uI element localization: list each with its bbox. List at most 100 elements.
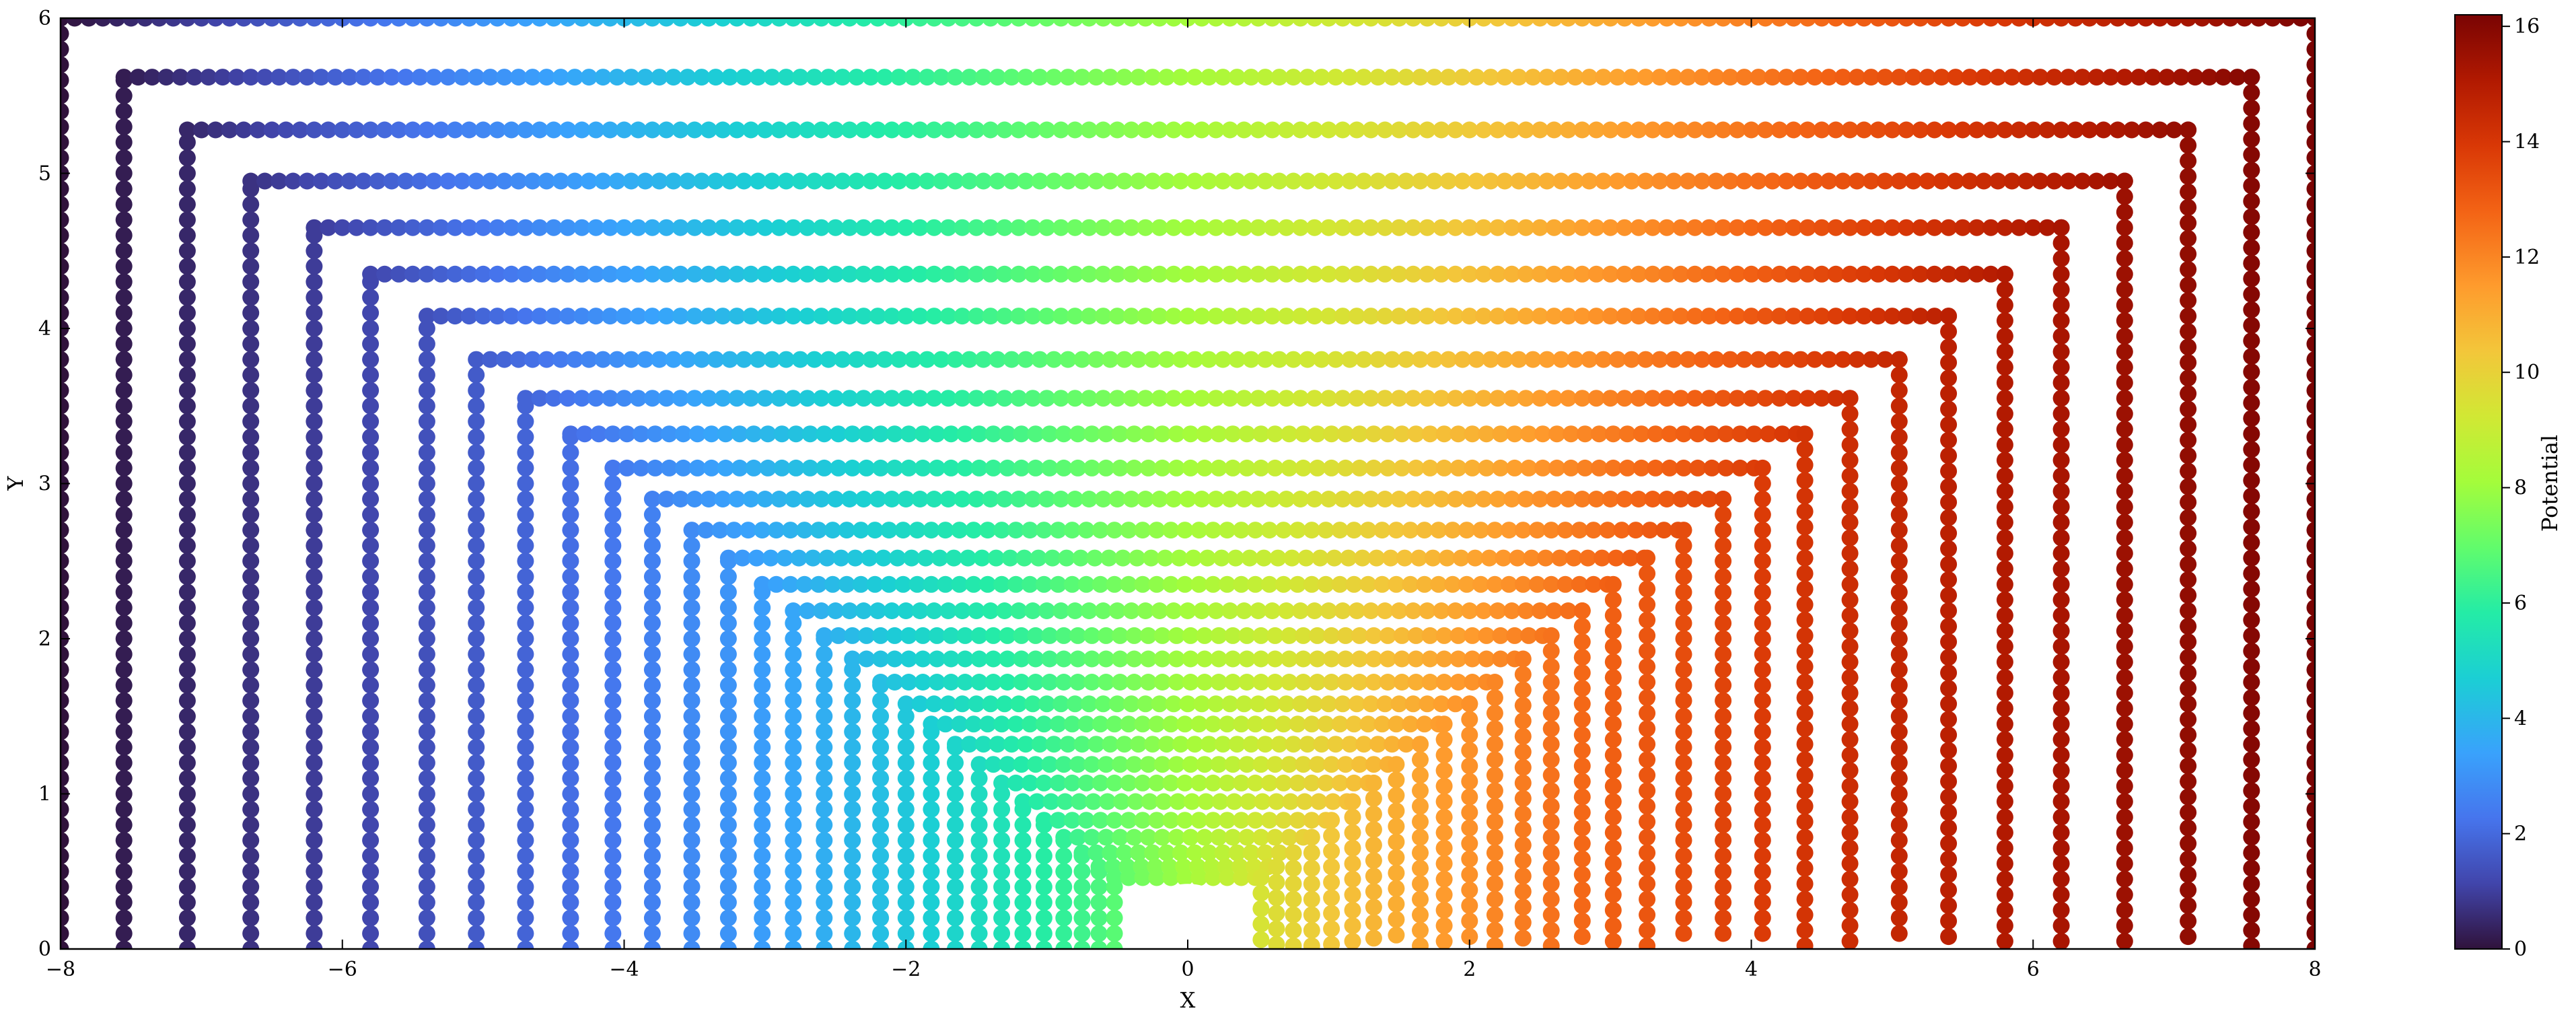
- scatter-point: [1890, 909, 1908, 927]
- scatter-point: [517, 925, 534, 942]
- scatter-point: [468, 522, 485, 539]
- scatter-point: [468, 676, 485, 694]
- scatter-point: [2180, 400, 2197, 418]
- scatter-point: [1796, 937, 1814, 949]
- scatter-point: [115, 118, 133, 135]
- scatter-point: [362, 630, 380, 647]
- scatter-point: [1796, 720, 1814, 738]
- scatter-point: [1252, 900, 1270, 917]
- scatter-point: [1890, 723, 1908, 740]
- scatter-point: [643, 553, 661, 570]
- scatter-point: [418, 770, 435, 787]
- scatter-point: [468, 568, 485, 586]
- scatter-point: [897, 863, 915, 880]
- scatter-point: [1675, 925, 1692, 942]
- scatter-point: [418, 335, 435, 353]
- scatter-point: [1841, 390, 1859, 407]
- scatter-point: [1604, 870, 1622, 888]
- scatter-point: [947, 847, 964, 865]
- scatter-point: [1796, 906, 1814, 923]
- scatter-point: [1435, 808, 1453, 826]
- scatter-point: [993, 847, 1011, 865]
- scatter-point: [362, 816, 380, 834]
- scatter-point: [1940, 571, 1958, 588]
- scatter-point: [562, 832, 579, 849]
- scatter-point: [683, 630, 701, 647]
- scatter-point: [1796, 441, 1814, 458]
- scatter-point: [1035, 894, 1052, 911]
- scatter-point: [1514, 929, 1532, 947]
- scatter-point: [1514, 666, 1532, 683]
- scatter-point: [2052, 638, 2070, 655]
- scatter-point: [1303, 875, 1320, 892]
- scatter-point: [1754, 506, 1771, 524]
- colorbar-tick-label: 2: [2514, 822, 2527, 846]
- scatter-point: [2052, 234, 2070, 252]
- scatter-point: [604, 738, 622, 756]
- scatter-point: [468, 506, 485, 524]
- scatter-point: [178, 630, 196, 647]
- scatter-point: [604, 801, 622, 818]
- scatter-point: [418, 475, 435, 492]
- scatter-point: [1514, 697, 1532, 714]
- scatter-point: [1796, 813, 1814, 831]
- scatter-point: [923, 801, 940, 818]
- scatter-point: [1014, 816, 1032, 834]
- scatter-point: [1796, 844, 1814, 861]
- scatter-point: [872, 816, 890, 834]
- scatter-point: [1514, 650, 1532, 668]
- scatter-point: [1796, 767, 1814, 784]
- scatter-point: [1639, 658, 1656, 675]
- scatter-point: [2243, 394, 2260, 412]
- scatter-point: [2052, 343, 2070, 361]
- scatter-point: [785, 723, 802, 740]
- scatter-point: [719, 630, 737, 647]
- scatter-point: [872, 801, 890, 818]
- scatter-point: [306, 894, 323, 911]
- scatter-point: [2180, 339, 2197, 356]
- scatter-point: [785, 707, 802, 725]
- scatter-point: [517, 692, 534, 709]
- scatter-point: [306, 491, 323, 507]
- scatter-point: [362, 553, 380, 570]
- scatter-point: [1996, 390, 2013, 407]
- scatter-point: [1639, 829, 1656, 846]
- scatter-point: [178, 754, 196, 771]
- scatter-point: [115, 227, 133, 244]
- scatter-point: [947, 785, 964, 802]
- scatter-point: [242, 909, 260, 927]
- scatter-point: [683, 785, 701, 802]
- scatter-point: [306, 289, 323, 306]
- scatter-point: [2243, 813, 2260, 831]
- scatter-point: [1542, 813, 1560, 831]
- scatter-point: [362, 459, 380, 477]
- scatter-point: [2243, 208, 2260, 225]
- colorbar-ticks: 0 2 4 6 8 10 12 14 16: [2502, 15, 2540, 961]
- scatter-point: [2243, 332, 2260, 349]
- scatter-point: [785, 832, 802, 849]
- scatter-point: [242, 645, 260, 663]
- scatter-point: [1365, 868, 1382, 885]
- scatter-point: [2052, 312, 2070, 329]
- scatter-point: [1639, 689, 1656, 707]
- scatter-point: [643, 599, 661, 617]
- scatter-point: [418, 382, 435, 399]
- scatter-point: [785, 816, 802, 834]
- scatter-point: [1996, 498, 2013, 516]
- scatter-point: [1940, 633, 1958, 651]
- scatter-point: [1841, 623, 1859, 639]
- scatter-point: [1388, 926, 1405, 944]
- scatter-point: [2180, 277, 2197, 293]
- x-tick-label: 6: [2027, 958, 2040, 981]
- scatter-point: [2052, 265, 2070, 283]
- scatter-point: [604, 863, 622, 880]
- scatter-point: [2116, 591, 2133, 608]
- scatter-point: [947, 878, 964, 896]
- scatter-point: [306, 816, 323, 834]
- scatter-point: [2180, 835, 2197, 852]
- scatter-point: [562, 491, 579, 507]
- plot-frame: [59, 17, 2316, 950]
- scatter-point: [1940, 664, 1958, 682]
- scatter-point: [1890, 475, 1908, 492]
- scatter-point: [816, 723, 833, 740]
